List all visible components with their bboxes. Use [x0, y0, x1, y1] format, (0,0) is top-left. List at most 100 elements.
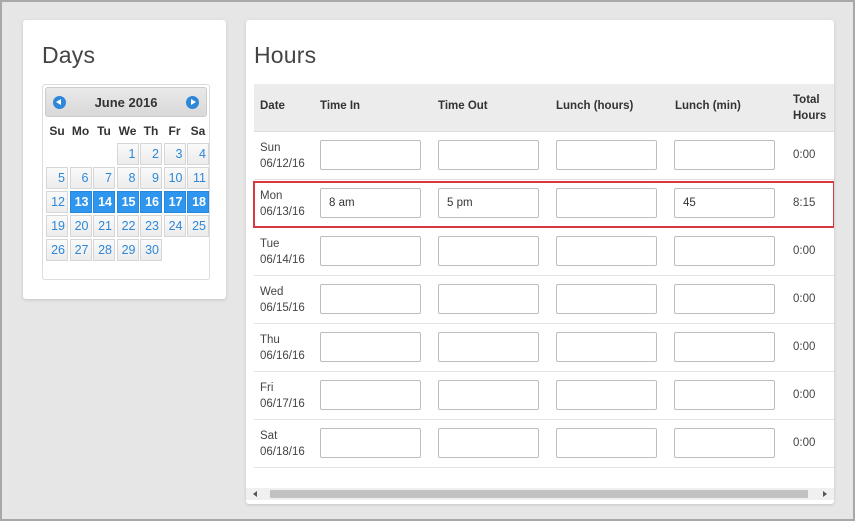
row-total-hours: 0:00	[793, 437, 816, 449]
scroll-right-icon[interactable]	[823, 491, 827, 497]
calendar: June 2016 Su Mo Tu We Th Fr Sa 1 2 3 4 5 6 7 8 9 10 11 12 1…	[42, 84, 210, 280]
row-date: Wed 06/15/16	[260, 284, 305, 316]
lunch-hours-input[interactable]	[556, 140, 657, 170]
row-date: Tue 06/14/16	[260, 236, 305, 268]
row-date-value: 06/14/16	[260, 254, 305, 266]
lunch-hours-input[interactable]	[556, 236, 657, 266]
weekday-label: Fr	[168, 124, 181, 138]
lunch-hours-input[interactable]	[556, 380, 657, 410]
calendar-day[interactable]: 29	[116, 239, 139, 261]
table-row: Sat 06/18/16 0:00	[254, 420, 834, 468]
calendar-day[interactable]: 10	[163, 167, 186, 189]
lunch-hours-input[interactable]	[556, 284, 657, 314]
calendar-day[interactable]: 25	[187, 215, 209, 237]
table-row: Thu 06/16/16 0:00	[254, 324, 834, 372]
time-out-input[interactable]	[438, 332, 539, 362]
days-panel: Days June 2016 Su Mo Tu We Th Fr Sa 1 2 3 4 5 6 7 8 9 10…	[23, 20, 226, 299]
lunch-min-input[interactable]	[674, 284, 775, 314]
lunch-min-input[interactable]	[674, 236, 775, 266]
row-date-value: 06/18/16	[260, 446, 305, 458]
time-out-input[interactable]	[438, 284, 539, 314]
time-out-input[interactable]	[438, 428, 539, 458]
horizontal-scrollbar[interactable]	[246, 488, 834, 500]
calendar-day[interactable]: 1	[116, 143, 139, 165]
hours-title: Hours	[254, 42, 317, 68]
calendar-day[interactable]: 12	[46, 191, 68, 213]
row-date-value: 06/15/16	[260, 302, 305, 314]
lunch-min-input[interactable]	[674, 380, 775, 410]
calendar-day[interactable]: 13	[69, 191, 92, 213]
calendar-day[interactable]: 22	[116, 215, 139, 237]
row-day-name: Sun	[260, 142, 281, 154]
row-day-name: Wed	[260, 286, 284, 298]
lunch-hours-input[interactable]	[556, 332, 657, 362]
time-in-input[interactable]	[320, 380, 421, 410]
calendar-day[interactable]: 3	[163, 143, 186, 165]
header-total-line1: Total	[793, 94, 820, 106]
calendar-day[interactable]: 20	[69, 215, 92, 237]
header-lunch-min: Lunch (min)	[675, 100, 741, 112]
calendar-day[interactable]: 5	[46, 167, 68, 189]
calendar-day[interactable]: 15	[116, 191, 139, 213]
time-in-input[interactable]	[320, 284, 421, 314]
calendar-day[interactable]: 19	[46, 215, 68, 237]
lunch-min-input[interactable]	[674, 332, 775, 362]
calendar-day[interactable]: 8	[116, 167, 139, 189]
calendar-day[interactable]: 2	[140, 143, 162, 165]
time-in-input[interactable]	[320, 140, 421, 170]
scrollbar-thumb[interactable]	[270, 490, 808, 498]
time-in-input[interactable]	[320, 428, 421, 458]
row-day-name: Fri	[260, 382, 274, 394]
row-day-name: Tue	[260, 238, 280, 250]
lunch-min-input[interactable]	[674, 188, 775, 218]
row-day-name: Thu	[260, 334, 280, 346]
weekday-label: Th	[143, 124, 159, 138]
table-row: Fri 06/17/16 0:00	[254, 372, 834, 420]
calendar-day[interactable]: 17	[163, 191, 186, 213]
calendar-day[interactable]: 23	[140, 215, 162, 237]
row-total-hours: 0:00	[793, 245, 816, 257]
row-date-value: 06/12/16	[260, 158, 305, 170]
table-row: Sun 06/12/16 0:00	[254, 132, 834, 180]
calendar-day[interactable]: 7	[93, 167, 115, 189]
calendar-day[interactable]: 6	[69, 167, 92, 189]
header-total-line2: Hours	[793, 110, 827, 122]
calendar-day[interactable]: 24	[163, 215, 186, 237]
time-out-input[interactable]	[438, 236, 539, 266]
row-date: Mon 06/13/16	[260, 188, 305, 220]
weekday-label: Mo	[71, 124, 90, 138]
lunch-min-input[interactable]	[674, 140, 775, 170]
calendar-day[interactable]: 4	[187, 143, 209, 165]
calendar-day[interactable]: 18	[187, 191, 209, 213]
scroll-left-icon[interactable]	[253, 491, 257, 497]
table-row: Tue 06/14/16 0:00	[254, 228, 834, 276]
days-title: Days	[42, 42, 96, 68]
lunch-min-input[interactable]	[674, 428, 775, 458]
calendar-day[interactable]: 21	[93, 215, 115, 237]
table-header: Date Time In Time Out Lunch (hours) Lunc…	[254, 84, 834, 132]
header-total-hours: Total Hours	[793, 92, 826, 124]
calendar-grid: Su Mo Tu We Th Fr Sa 1 2 3 4 5 6 7 8 9 10 11 12 13 14 15 16 17 1…	[46, 121, 209, 261]
header-lunch-hours: Lunch (hours)	[556, 100, 634, 112]
lunch-hours-input[interactable]	[556, 188, 657, 218]
table-row: Wed 06/15/16 0:00	[254, 276, 834, 324]
time-in-input[interactable]	[320, 236, 421, 266]
header-time-in: Time In	[320, 100, 361, 112]
calendar-day[interactable]: 27	[69, 239, 92, 261]
calendar-day[interactable]: 11	[187, 167, 209, 189]
time-out-input[interactable]	[438, 188, 539, 218]
time-out-input[interactable]	[438, 380, 539, 410]
calendar-day[interactable]: 9	[140, 167, 162, 189]
time-in-input[interactable]	[320, 188, 421, 218]
calendar-day[interactable]: 26	[46, 239, 68, 261]
calendar-day[interactable]: 30	[140, 239, 162, 261]
time-in-input[interactable]	[320, 332, 421, 362]
time-out-input[interactable]	[438, 140, 539, 170]
calendar-day[interactable]: 28	[93, 239, 115, 261]
lunch-hours-input[interactable]	[556, 428, 657, 458]
row-date-value: 06/16/16	[260, 350, 305, 362]
calendar-day[interactable]: 14	[93, 191, 115, 213]
next-month-icon[interactable]	[186, 96, 199, 109]
calendar-day[interactable]: 16	[140, 191, 162, 213]
row-total-hours: 0:00	[793, 341, 816, 353]
